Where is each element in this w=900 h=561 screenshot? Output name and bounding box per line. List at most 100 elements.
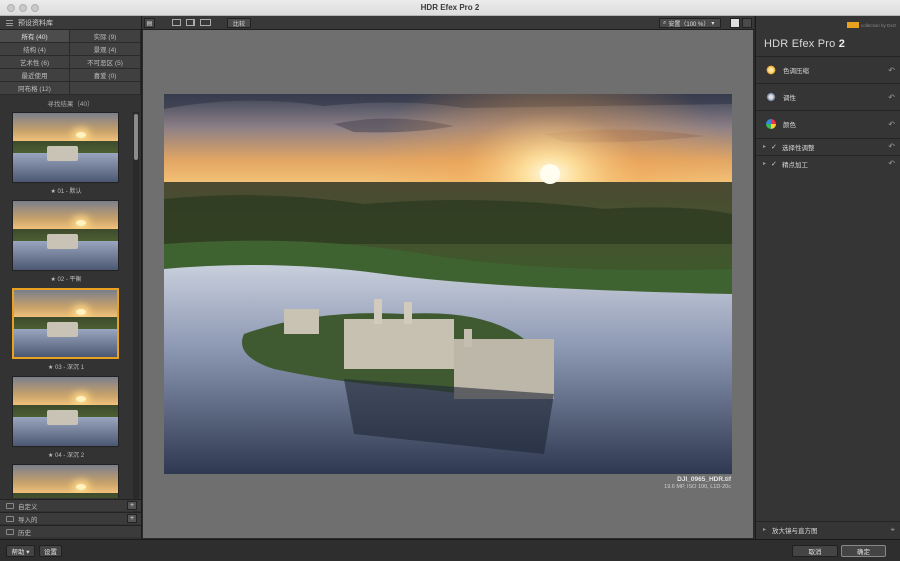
category-all[interactable]: 所有 (40) (0, 30, 70, 43)
selective-adjustments-label: 选择性调整 (782, 144, 815, 152)
preset-thumbnail-4[interactable] (12, 376, 119, 447)
nik-collection-logo: collection by DxO (846, 22, 896, 28)
ok-button[interactable]: 确定 (841, 545, 886, 557)
preset-library-panel: 预设资料库 所有 (40) 实际 (9) 结构 (4) 景观 (4) 艺术性 (… (0, 16, 142, 539)
cancel-button[interactable]: 取消 (792, 545, 838, 557)
category-architecture[interactable]: 结构 (4) (0, 43, 70, 56)
preset-thumbnail-1[interactable] (12, 112, 119, 183)
title-bar: HDR Efex Pro 2 (0, 0, 900, 16)
zoom-dropdown[interactable]: ⌕ 安置（100 %） ▾ (659, 18, 721, 28)
preset-thumbnail-2[interactable] (12, 200, 119, 271)
category-extra[interactable]: 阿布格 (12) (0, 82, 70, 95)
thumb-castle (46, 146, 79, 162)
thumb-land (13, 492, 118, 498)
section-history[interactable]: 历史 (0, 525, 141, 537)
section-finishing[interactable]: ▸ ✓ 精点加工 ↶ (756, 155, 900, 171)
section-history-label: 历史 (18, 529, 31, 537)
help-button[interactable]: 帮助 ▾ (6, 545, 35, 557)
nik-logo-icon (846, 22, 859, 28)
preset-list-scrollbar[interactable] (133, 112, 139, 512)
zoom-label: 安置（100 %） (668, 21, 710, 28)
bottom-bar: 帮助 ▾ 设置 取消 确定 (0, 539, 900, 561)
brand-name: HDR Efex Pro (764, 38, 836, 50)
split-view-icon[interactable] (186, 19, 195, 26)
color-icon (766, 119, 776, 129)
section-custom-label: 自定义 (18, 503, 38, 511)
thumb-sky (13, 377, 118, 405)
section-imported-label: 导入的 (18, 516, 38, 524)
thumb-sky (13, 113, 118, 141)
category-recent[interactable]: 最近使用 (0, 69, 70, 82)
reset-icon[interactable]: ↶ (888, 159, 895, 168)
finishing-label: 精点加工 (782, 161, 808, 169)
import-icon (6, 515, 14, 522)
pin-icon[interactable]: ⌖ (890, 525, 895, 535)
settings-button[interactable]: 设置 (39, 545, 62, 557)
thumb-castle (46, 234, 79, 250)
filter-tone-compression[interactable]: 色调压缩 ↶ (756, 56, 900, 83)
chevron-right-icon[interactable]: ▸ (763, 160, 766, 167)
checkmark-icon[interactable]: ✓ (771, 143, 777, 151)
category-favorites[interactable]: 喜爱 (0) (70, 69, 141, 82)
loupe-histogram-label: 放大镜与直方图 (772, 527, 818, 535)
magnifier-icon: ⌕ (663, 19, 667, 26)
category-surreal[interactable]: 不可恶区 (5) (70, 56, 141, 69)
image-info: 19.6 MP, ISO 100, L1D-20c (664, 484, 731, 490)
thumb-sky (13, 465, 118, 493)
section-custom[interactable]: 自定义 + (0, 499, 141, 511)
castle-photo-image (164, 94, 732, 474)
nik-collection-text: collection by DxO (860, 22, 896, 28)
brand-title: HDR Efex Pro 2 (764, 38, 845, 50)
add-custom-button[interactable]: + (127, 501, 137, 510)
toggle-sidebar-button[interactable]: ▤ (144, 18, 155, 28)
image-canvas[interactable]: DJI_0965_HDR.tif 19.6 MP, ISO 100, L1D-2… (143, 30, 753, 538)
preset-label-3: ★ 03 - 深沉 1 (47, 365, 85, 371)
side-by-side-view-icon[interactable] (200, 19, 211, 26)
preset-thumbnail-list[interactable]: ★ 01 - 默认 ★ 02 - 平衡 ★ 03 - 深沉 1 ★ 04 - 深… (0, 112, 142, 498)
checkmark-icon[interactable]: ✓ (771, 160, 777, 168)
preset-library-title: 预设资料库 (18, 19, 53, 27)
photo-preview[interactable] (164, 94, 732, 474)
view-toolbar: ▤ 比较 ⌕ 安置（100 %） ▾ (142, 16, 754, 30)
thumb-castle (46, 410, 79, 426)
compare-button[interactable]: 比较 (227, 18, 251, 28)
thumb-sky (14, 290, 117, 317)
thumb-castle (46, 322, 78, 337)
section-imported[interactable]: 导入的 + (0, 512, 141, 524)
chevron-down-icon: ▾ (711, 20, 715, 27)
sidebar-icon: ▤ (146, 20, 153, 27)
tonality-icon (766, 92, 776, 102)
history-icon (6, 528, 14, 535)
folder-icon (6, 502, 14, 509)
filter-tonality[interactable]: 调性 ↶ (756, 83, 900, 110)
preset-label-2: ★ 02 - 平衡 (50, 277, 82, 283)
filter-color[interactable]: 颜色 ↶ (756, 110, 900, 137)
preset-thumbnail-3-selected[interactable] (12, 288, 119, 359)
chevron-right-icon[interactable]: ▸ (763, 526, 766, 533)
background-black-button[interactable] (742, 18, 752, 28)
tone-compression-icon (766, 65, 776, 75)
preset-thumbnail-5[interactable] (12, 464, 119, 498)
brand-version: 2 (838, 38, 846, 50)
preset-label-4: ★ 04 - 深沉 2 (47, 453, 85, 459)
filter-color-label: 颜色 (783, 122, 796, 129)
loupe-histogram-section[interactable]: ▸ 放大镜与直方图 ⌖ (756, 521, 900, 537)
scrollbar-thumb[interactable] (134, 114, 138, 160)
category-landscape[interactable]: 景观 (4) (70, 43, 141, 56)
filter-tone-compression-label: 色调压缩 (783, 68, 809, 75)
reset-icon[interactable]: ↶ (888, 93, 895, 102)
single-view-icon[interactable] (172, 19, 181, 26)
reset-icon[interactable]: ↶ (888, 66, 895, 75)
adjustments-panel: collection by DxO HDR Efex Pro 2 色调压缩 ↶ … (755, 16, 900, 539)
preset-library-header[interactable]: 预设资料库 (0, 16, 141, 30)
import-preset-button[interactable]: + (127, 514, 137, 523)
reset-icon[interactable]: ↶ (888, 142, 895, 151)
section-selective-adjustments[interactable]: ▸ ✓ 选择性调整 ↶ (756, 138, 900, 154)
category-realistic[interactable]: 实际 (9) (70, 30, 141, 43)
reset-icon[interactable]: ↶ (888, 120, 895, 129)
category-artistic[interactable]: 艺术性 (6) (0, 56, 70, 69)
background-white-button[interactable] (730, 18, 740, 28)
filter-tonality-label: 调性 (783, 95, 796, 102)
chevron-right-icon[interactable]: ▸ (763, 143, 766, 150)
thumb-sun (75, 308, 86, 315)
